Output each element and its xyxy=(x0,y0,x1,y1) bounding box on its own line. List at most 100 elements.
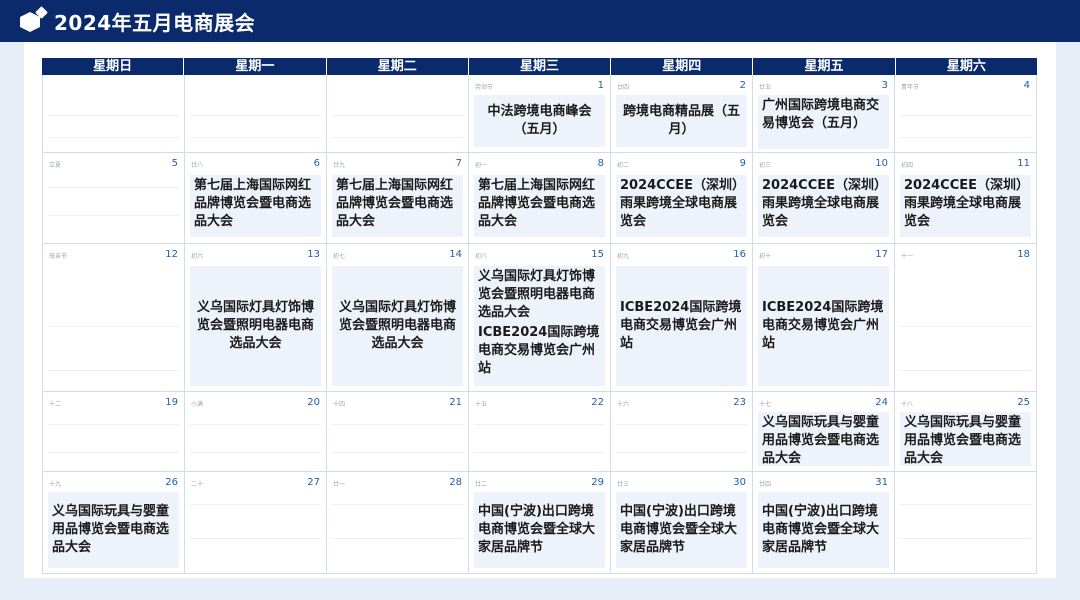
day-cell[interactable]: 廿九 7 第七届上海国际网红品牌博览会暨电商选品大会 xyxy=(327,153,469,243)
event-block[interactable]: 中国(宁波)出口跨境电商博览会暨全球大家居品牌节 xyxy=(758,492,889,568)
day-cell[interactable] xyxy=(42,75,185,152)
day-number: 12 xyxy=(165,249,178,260)
day-cell[interactable]: 十二 19 xyxy=(42,392,185,471)
day-number: 13 xyxy=(307,249,320,260)
week-row: 母亲节 12 初六 13 义乌国际灯具灯饰博览会暨照明电器电商选品大会 初七 1… xyxy=(42,244,1037,392)
day-cell[interactable]: 立夏 5 xyxy=(42,153,185,243)
day-cell[interactable]: 小满 20 xyxy=(185,392,327,471)
day-cell[interactable]: 十九 26 义乌国际玩具与婴童用品博览会暨电商选品大会 xyxy=(42,472,185,573)
day-cell[interactable]: 十八 25 义乌国际玩具与婴童用品博览会暨电商选品大会 xyxy=(895,392,1037,471)
week-row: 十九 26 义乌国际玩具与婴童用品博览会暨电商选品大会 二十 27 廿一 28 … xyxy=(42,472,1037,574)
day-cell[interactable]: 廿四 31 中国(宁波)出口跨境电商博览会暨全球大家居品牌节 xyxy=(753,472,895,573)
day-cell[interactable]: 廿一 28 xyxy=(327,472,469,573)
calendar: 星期日 星期一 星期二 星期三 星期四 星期五 星期六 劳动节 1 中法跨境电商… xyxy=(42,58,1037,574)
event-block[interactable]: 广州国际跨境电商交易博览会（五月） xyxy=(758,95,889,149)
event-block[interactable]: 中法跨境电商峰会（五月） xyxy=(474,95,605,147)
day-number: 30 xyxy=(733,477,746,488)
lunar-date: 十四 xyxy=(333,401,346,408)
day-cell[interactable]: 廿四 2 跨境电商精品展（五月） xyxy=(611,75,753,152)
event-block[interactable]: 2024CCEE（深圳）雨果跨境全球电商展览会 xyxy=(900,175,1031,237)
event-title: 中国(宁波)出口跨境电商博览会暨全球大家居品牌节 xyxy=(478,504,596,555)
event-block[interactable]: 义乌国际玩具与婴童用品博览会暨电商选品大会 xyxy=(48,492,179,568)
event-title: 第七届上海国际网红品牌博览会暨电商选品大会 xyxy=(478,178,596,229)
lunar-date: 劳动节 xyxy=(475,84,494,91)
day-cell[interactable]: 初一 8 第七届上海国际网红品牌博览会暨电商选品大会 xyxy=(469,153,611,243)
day-cell[interactable]: 初八 15 义乌国际灯具灯饰博览会暨照明电器电商选品大会 ICBE2024国际跨… xyxy=(469,244,611,391)
day-cell[interactable] xyxy=(185,75,327,152)
day-cell[interactable]: 十四 21 xyxy=(327,392,469,471)
lunar-date: 廿三 xyxy=(617,481,630,488)
day-cell[interactable]: 母亲节 12 xyxy=(42,244,185,391)
event-block[interactable]: 义乌国际灯具灯饰博览会暨照明电器电商选品大会 ICBE2024国际跨境电商交易博… xyxy=(474,266,605,386)
lunar-date: 二十 xyxy=(191,481,204,488)
event-block[interactable]: 义乌国际玩具与婴童用品博览会暨电商选品大会 xyxy=(758,412,889,466)
lunar-date: 初八 xyxy=(475,253,488,260)
lunar-date: 初三 xyxy=(759,162,772,169)
day-number: 28 xyxy=(449,477,462,488)
day-cell[interactable]: 廿三 30 中国(宁波)出口跨境电商博览会暨全球大家居品牌节 xyxy=(611,472,753,573)
weekday-header: 星期日 星期一 星期二 星期三 星期四 星期五 星期六 xyxy=(42,58,1037,75)
lunar-date: 初六 xyxy=(191,253,204,260)
day-number: 8 xyxy=(597,158,604,169)
event-title: 义乌国际玩具与婴童用品博览会暨电商选品大会 xyxy=(52,504,170,555)
lunar-date: 十一 xyxy=(901,253,914,260)
event-block[interactable]: ICBE2024国际跨境电商交易博览会广州站 xyxy=(758,266,889,386)
event-block[interactable]: ICBE2024国际跨境电商交易博览会广州站 xyxy=(616,266,747,386)
event-title: 跨境电商精品展（五月） xyxy=(622,104,740,137)
day-cell[interactable]: 初三 10 2024CCEE（深圳）雨果跨境全球电商展览会 xyxy=(753,153,895,243)
lunar-date: 小满 xyxy=(191,401,204,408)
day-cell[interactable]: 十六 23 xyxy=(611,392,753,471)
day-cell[interactable]: 初六 13 义乌国际灯具灯饰博览会暨照明电器电商选品大会 xyxy=(185,244,327,391)
day-cell[interactable]: 廿八 6 第七届上海国际网红品牌博览会暨电商选品大会 xyxy=(185,153,327,243)
lunar-date: 十六 xyxy=(617,401,630,408)
day-cell[interactable] xyxy=(895,472,1037,573)
page-title: 2024年五月电商展会 xyxy=(54,10,256,35)
day-cell[interactable]: 初九 16 ICBE2024国际跨境电商交易博览会广州站 xyxy=(611,244,753,391)
event-block[interactable]: 中国(宁波)出口跨境电商博览会暨全球大家居品牌节 xyxy=(616,492,747,568)
lunar-date: 初十 xyxy=(759,253,772,260)
lunar-date: 初一 xyxy=(475,162,488,169)
event-block[interactable]: 第七届上海国际网红品牌博览会暨电商选品大会 xyxy=(190,175,321,237)
event-block[interactable]: 第七届上海国际网红品牌博览会暨电商选品大会 xyxy=(332,175,463,237)
event-title: ICBE2024国际跨境电商交易博览会广州站 xyxy=(620,300,742,351)
day-cell[interactable]: 廿二 29 中国(宁波)出口跨境电商博览会暨全球大家居品牌节 xyxy=(469,472,611,573)
logo-icon xyxy=(20,6,48,34)
event-block[interactable]: 2024CCEE（深圳）雨果跨境全球电商展览会 xyxy=(616,175,747,237)
day-cell[interactable]: 十七 24 义乌国际玩具与婴童用品博览会暨电商选品大会 xyxy=(753,392,895,471)
day-number: 10 xyxy=(875,158,888,169)
day-cell[interactable]: 青年节 4 xyxy=(895,75,1037,152)
event-block[interactable]: 义乌国际玩具与婴童用品博览会暨电商选品大会 xyxy=(900,412,1031,466)
lunar-date: 十五 xyxy=(475,401,488,408)
day-cell[interactable]: 廿五 3 广州国际跨境电商交易博览会（五月） xyxy=(753,75,895,152)
event-block[interactable]: 第七届上海国际网红品牌博览会暨电商选品大会 xyxy=(474,175,605,237)
event-block[interactable]: 义乌国际灯具灯饰博览会暨照明电器电商选品大会 xyxy=(190,266,321,386)
weekday-saturday: 星期六 xyxy=(895,58,1037,75)
week-row: 立夏 5 廿八 6 第七届上海国际网红品牌博览会暨电商选品大会 廿九 7 第七届… xyxy=(42,153,1037,244)
day-cell[interactable]: 初四 11 2024CCEE（深圳）雨果跨境全球电商展览会 xyxy=(895,153,1037,243)
day-number: 24 xyxy=(875,397,888,408)
week-row: 十二 19 小满 20 十四 21 十五 22 十六 23 十七 24 义乌国际… xyxy=(42,392,1037,472)
day-cell[interactable] xyxy=(327,75,469,152)
day-number: 1 xyxy=(597,80,604,91)
day-number: 7 xyxy=(455,158,462,169)
event-title: 义乌国际玩具与婴童用品博览会暨电商选品大会 xyxy=(904,415,1022,466)
day-cell[interactable]: 十一 18 xyxy=(895,244,1037,391)
day-cell[interactable]: 劳动节 1 中法跨境电商峰会（五月） xyxy=(469,75,611,152)
weekday-monday: 星期一 xyxy=(184,58,327,75)
day-number: 29 xyxy=(591,477,604,488)
weekday-friday: 星期五 xyxy=(753,58,896,75)
lunar-date: 廿一 xyxy=(333,481,346,488)
lunar-date: 十八 xyxy=(901,401,914,408)
event-block[interactable]: 2024CCEE（深圳）雨果跨境全球电商展览会 xyxy=(758,175,889,237)
day-cell[interactable]: 二十 27 xyxy=(185,472,327,573)
day-cell[interactable]: 初十 17 ICBE2024国际跨境电商交易博览会广州站 xyxy=(753,244,895,391)
event-block[interactable]: 义乌国际灯具灯饰博览会暨照明电器电商选品大会 xyxy=(332,266,463,386)
day-cell[interactable]: 十五 22 xyxy=(469,392,611,471)
lunar-date: 立夏 xyxy=(49,162,62,169)
lunar-date: 初二 xyxy=(617,162,630,169)
event-block[interactable]: 跨境电商精品展（五月） xyxy=(616,95,747,147)
event-block[interactable]: 中国(宁波)出口跨境电商博览会暨全球大家居品牌节 xyxy=(474,492,605,568)
day-cell[interactable]: 初七 14 义乌国际灯具灯饰博览会暨照明电器电商选品大会 xyxy=(327,244,469,391)
day-cell[interactable]: 初二 9 2024CCEE（深圳）雨果跨境全球电商展览会 xyxy=(611,153,753,243)
event-title: 第七届上海国际网红品牌博览会暨电商选品大会 xyxy=(336,178,454,229)
